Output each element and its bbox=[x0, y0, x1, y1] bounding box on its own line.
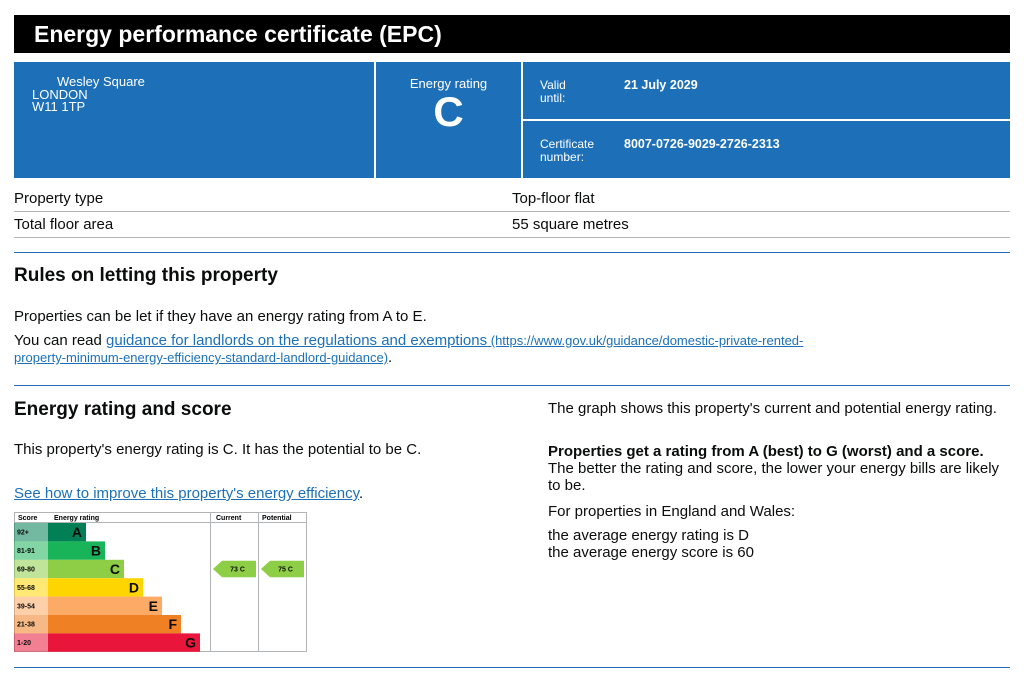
score-range-label: 1-20 bbox=[17, 640, 31, 647]
energy-rating-value: C bbox=[433, 88, 464, 135]
label-line: until: bbox=[540, 91, 566, 105]
rating-letter-C: C bbox=[110, 561, 120, 577]
floor-area-value: 55 square metres bbox=[512, 216, 629, 233]
landlord-guidance-link[interactable]: guidance for landlords on the regulation… bbox=[14, 332, 803, 366]
table-row: Property type Top-floor flat bbox=[14, 186, 1010, 212]
current-rating-label: 73 C bbox=[230, 567, 245, 574]
summary-panel: Wesley Square LONDON W11 1TP Energy rati… bbox=[14, 62, 1010, 178]
rating-letter-G: G bbox=[185, 635, 196, 651]
section-divider bbox=[14, 252, 1010, 253]
rating-letter-B: B bbox=[91, 543, 101, 559]
link-url: (https://www.gov.uk/guidance/domestic-pr… bbox=[487, 333, 804, 348]
address: Wesley Square LONDON W11 1TP bbox=[32, 75, 145, 114]
valid-until-value: 21 July 2029 bbox=[624, 78, 698, 92]
energy-score-text: This property's energy rating is C. It h… bbox=[14, 441, 422, 458]
divider bbox=[523, 119, 1010, 121]
potential-header: Potential bbox=[262, 515, 292, 522]
rating-letter-E: E bbox=[149, 598, 158, 614]
rating-explanation: Properties get a rating from A (best) to… bbox=[548, 443, 1010, 494]
rating-letter-A: A bbox=[72, 524, 82, 540]
text: . bbox=[358, 485, 364, 502]
property-type-label: Property type bbox=[14, 190, 104, 207]
score-range-label: 39-54 bbox=[17, 603, 35, 610]
rating-header: Energy rating bbox=[54, 515, 99, 522]
bold-text: Properties get a rating from A (best) to… bbox=[548, 443, 984, 460]
rating-bar-E bbox=[48, 596, 162, 615]
rating-bar-F bbox=[48, 615, 181, 634]
improve-efficiency-link[interactable]: See how to improve this property's energ… bbox=[14, 485, 359, 502]
score-range-label: 21-38 bbox=[17, 622, 35, 629]
certificate-number-value: 8007-0726-9029-2726-2313 bbox=[624, 137, 780, 151]
text: . bbox=[388, 349, 393, 366]
link-url: property-minimum-energy-efficiency-stand… bbox=[14, 350, 389, 365]
property-details-table: Property type Top-floor flat Total floor… bbox=[14, 186, 1010, 238]
page-title: Energy performance certificate (EPC) bbox=[14, 15, 1010, 53]
address-line-3: W11 1TP bbox=[32, 99, 86, 114]
energy-score-heading: Energy rating and score bbox=[14, 399, 232, 420]
certificate-number-label: Certificate number: bbox=[540, 138, 594, 164]
text: You can read bbox=[14, 332, 107, 349]
letting-heading: Rules on letting this property bbox=[14, 265, 278, 286]
section-divider bbox=[14, 385, 1010, 386]
rating-bar-G bbox=[48, 633, 200, 652]
link-text: guidance for landlords on the regulation… bbox=[106, 332, 488, 349]
letting-guidance-text: You can read guidance for landlords on t… bbox=[14, 332, 1010, 366]
rating-letter-D: D bbox=[129, 579, 139, 595]
current-header: Current bbox=[216, 515, 242, 522]
floor-area-label: Total floor area bbox=[14, 216, 114, 233]
average-rating: the average energy rating is D bbox=[548, 527, 749, 544]
score-range-label: 81-91 bbox=[17, 548, 35, 555]
label-line: number: bbox=[540, 150, 585, 164]
score-range-label: 55-68 bbox=[17, 585, 35, 592]
england-wales-label: For properties in England and Wales: bbox=[548, 503, 796, 520]
improve-link-line: See how to improve this property's energ… bbox=[14, 485, 363, 502]
table-row: Total floor area 55 square metres bbox=[14, 212, 1010, 238]
score-header: Score bbox=[18, 515, 38, 522]
potential-rating-label: 75 C bbox=[278, 567, 293, 574]
score-range-label: 69-80 bbox=[17, 567, 35, 574]
property-type-value: Top-floor flat bbox=[512, 190, 595, 207]
rating-letter-F: F bbox=[168, 616, 177, 632]
letting-text: Properties can be let if they have an en… bbox=[14, 308, 427, 325]
graph-description: The graph shows this property's current … bbox=[548, 400, 997, 417]
valid-until-label: Valid until: bbox=[540, 79, 566, 105]
energy-rating-chart: Score Energy rating Current Potential 92… bbox=[14, 512, 307, 652]
score-range-label: 92+ bbox=[17, 530, 29, 537]
average-score: the average energy score is 60 bbox=[548, 544, 754, 561]
section-divider bbox=[14, 667, 1010, 668]
text: The better the rating and score, the low… bbox=[548, 460, 1000, 494]
